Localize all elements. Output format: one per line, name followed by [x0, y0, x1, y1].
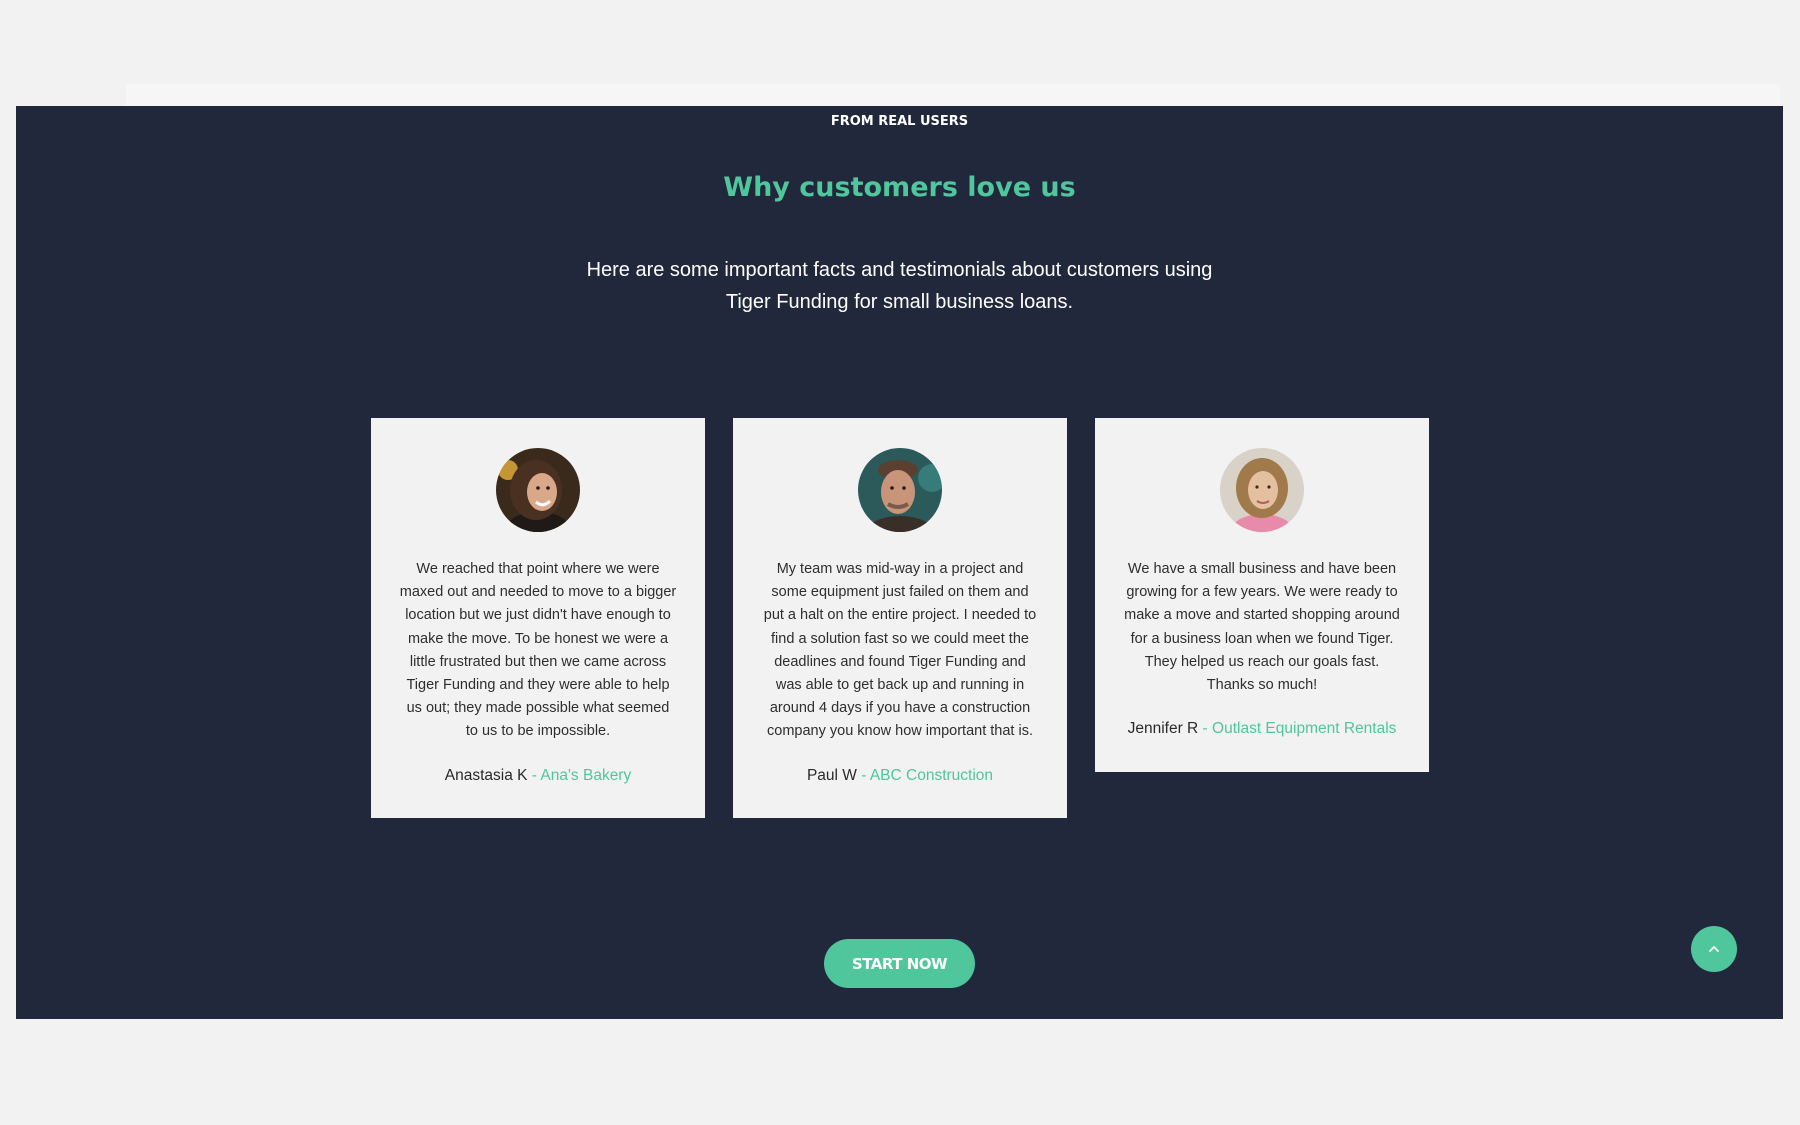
testimonial-card: My team was mid-way in a project and som… — [733, 418, 1067, 818]
scroll-to-top-button[interactable] — [1691, 926, 1737, 972]
testimonials-section: FROM REAL USERS Why customers love us He… — [16, 106, 1783, 1019]
start-now-button[interactable]: START NOW — [824, 939, 975, 988]
chevron-up-icon — [1709, 946, 1719, 952]
testimonial-author: Anastasia K - Ana's Bakery — [399, 767, 677, 785]
author-company: - Ana's Bakery — [527, 766, 632, 784]
testimonial-card: We reached that point where we were maxe… — [371, 418, 705, 818]
avatar — [1220, 448, 1304, 532]
top-strip — [126, 84, 1780, 106]
testimonial-quote: My team was mid-way in a project and som… — [763, 561, 1037, 740]
testimonial-quote: We reached that point where we were maxe… — [399, 561, 677, 740]
section-title: Why customers love us — [723, 172, 1076, 203]
section-eyebrow: FROM REAL USERS — [830, 114, 969, 129]
author-name: Anastasia K — [444, 766, 528, 784]
author-company: - ABC Construction — [856, 766, 994, 784]
avatar — [858, 448, 942, 532]
section-subtitle: Here are some important facts and testim… — [586, 259, 1213, 313]
testimonial-author: Jennifer R - Outlast Equipment Rentals — [1123, 720, 1401, 738]
author-company: - Outlast Equipment Rentals — [1198, 720, 1397, 738]
testimonial-author: Paul W - ABC Construction — [761, 767, 1039, 785]
avatar — [496, 448, 580, 532]
author-name: Jennifer R — [1127, 720, 1199, 738]
testimonial-quote: We have a small business and have been g… — [1124, 561, 1400, 694]
testimonial-card: We have a small business and have been g… — [1095, 418, 1429, 772]
author-name: Paul W — [806, 766, 857, 784]
